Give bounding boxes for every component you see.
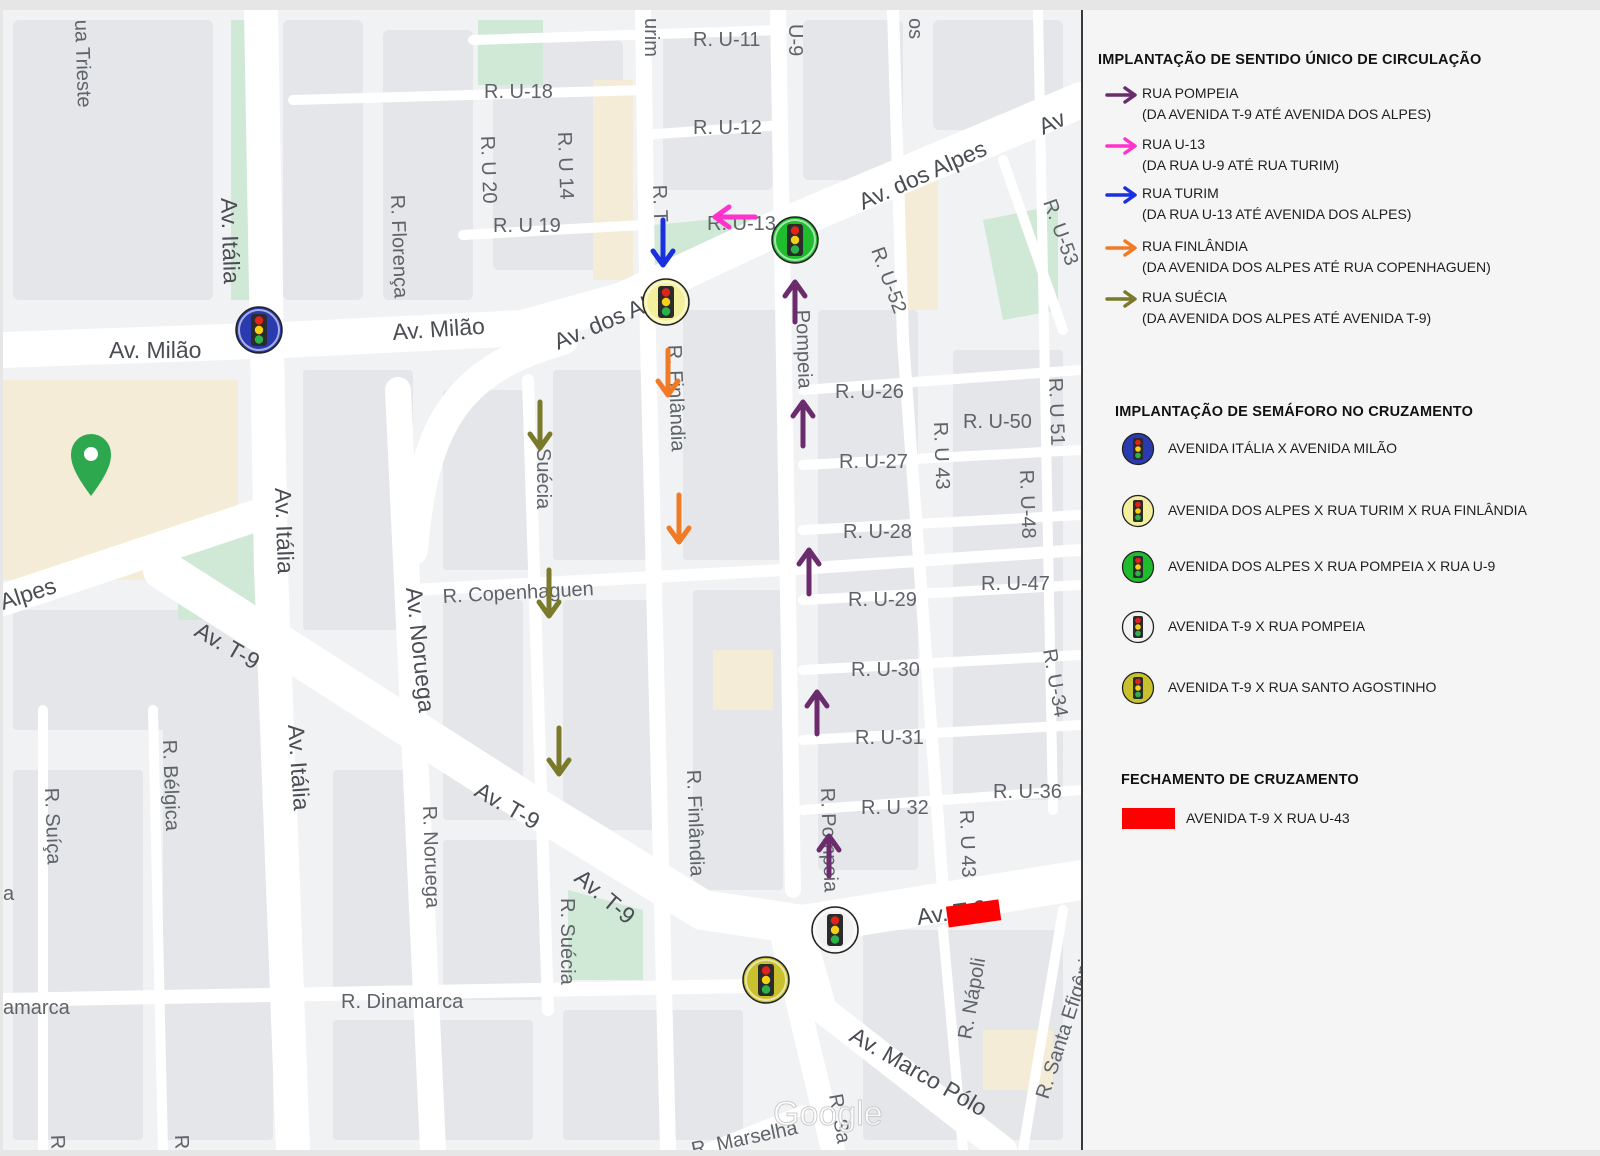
label-street: R. Finlândia [682, 769, 708, 877]
legend-closure-title: FECHAMENTO DE CRUZAMENTO [1121, 772, 1359, 788]
label-street: R. Florença [386, 194, 412, 299]
label-street: R. U-27 [839, 451, 908, 473]
label-street: R. U 19 [493, 215, 561, 237]
label-street: R. Suécia [556, 898, 578, 986]
label-street: R. U 43 [929, 421, 953, 490]
label-street: R. U-18 [484, 81, 553, 103]
label-street: R. U 43 [955, 809, 979, 878]
legend-signal-alpes-pompeia: AVENIDA DOS ALPES X RUA POMPEIA X RUA U-… [1168, 558, 1496, 574]
label-street: R. U-26 [835, 381, 904, 403]
signal-italia-milao-icon[interactable] [235, 306, 283, 354]
legend-oneway-title: IMPLANTAÇÃO DE SENTIDO ÚNICO DE CIRCULAÇ… [1098, 52, 1482, 68]
legend-oneway-turim: RUA TURIM (DA RUA U-13 ATÉ AVENIDA DOS AL… [1142, 185, 1412, 222]
label-av-italia: Av. Itália [270, 487, 299, 574]
label-av-milao: Av. Milão [109, 337, 201, 363]
label-street: R [170, 1134, 192, 1149]
label-street: R. U-47 [981, 573, 1050, 595]
screenshot-frame: Av. Itália Av. Itália Av. Itália Av. Mil… [0, 0, 1600, 1156]
label-street: R. U-48 [1015, 469, 1039, 539]
map-canvas[interactable]: Av. Itália Av. Itália Av. Itália Av. Mil… [3, 10, 1081, 1150]
label-street: R. U-28 [843, 521, 912, 543]
label-street: R. U-36 [993, 781, 1062, 803]
legend-panel: IMPLANTAÇÃO DE SENTIDO ÚNICO DE CIRCULAÇ… [1083, 10, 1600, 1150]
legend-closure-label: AVENIDA T-9 X RUA U-43 [1186, 810, 1350, 826]
legend-oneway-u13: RUA U-13 (DA RUA U-9 ATÉ RUA TURIM) [1142, 136, 1340, 173]
signal-t9-pompeia-icon [1121, 610, 1155, 644]
label-street: R. U-50 [963, 411, 1032, 433]
label-street: R. U-30 [851, 659, 920, 681]
label-street: R. U-11 [693, 29, 760, 51]
legend-oneway-pompeia: RUA POMPEIA (DA AVENIDA T-9 ATÉ AVENIDA D… [1142, 85, 1432, 122]
label-street: R. U-29 [848, 589, 917, 611]
signal-alpes-pompeia-icon[interactable] [771, 216, 819, 264]
label-street: R. U 32 [861, 797, 929, 819]
label-street: amarca [3, 997, 71, 1019]
google-watermark: Google [773, 1095, 883, 1133]
label-street: R. Bélgica [158, 739, 183, 832]
label-street: R. Noruega [418, 805, 444, 909]
legend-signals-title: IMPLANTAÇÃO DE SEMÁFORO NO CRUZAMENTO [1115, 404, 1474, 420]
signal-alpes-turim-icon [1121, 494, 1155, 528]
signal-alpes-pompeia-icon [1121, 550, 1155, 584]
label-street: R. U-31 [855, 727, 924, 749]
suecia-arrow-icon [1105, 290, 1137, 308]
label-street: ua Trieste [70, 19, 95, 108]
signal-t9-pompeia-icon[interactable] [811, 906, 859, 954]
legend-signal-t9-pompeia: AVENIDA T-9 X RUA POMPEIA [1168, 618, 1366, 634]
u13-arrow-icon [1105, 137, 1137, 155]
signal-alpes-turim-icon[interactable] [642, 278, 690, 326]
map-panel[interactable]: Av. Itália Av. Itália Av. Itália Av. Mil… [3, 10, 1083, 1150]
signal-italia-milao-icon [1121, 432, 1155, 466]
label-street: R. Suíça [40, 787, 65, 865]
legend-oneway-finlandia: RUA FINLÂNDIA (DA AVENIDA DOS ALPES ATÉ R… [1142, 238, 1491, 275]
pompeia-arrow-icon [1105, 86, 1137, 104]
closure-swatch-icon [1122, 808, 1175, 829]
label-street: R. U-12 [693, 117, 762, 139]
label-street: R. Dinamarca [341, 991, 464, 1013]
label-street: os [904, 18, 926, 39]
label-av-italia: Av. Itália [216, 197, 245, 284]
label-street: R. U 14 [553, 131, 577, 200]
legend-signal-t9-agostinho: AVENIDA T-9 X RUA SANTO AGOSTINHO [1168, 679, 1437, 695]
label-street: U-9 [784, 24, 806, 56]
label-street: R. T [648, 184, 671, 222]
label-street: urim [640, 18, 662, 57]
legend-signal-alpes-turim: AVENIDA DOS ALPES X RUA TURIM X RUA FINL… [1168, 502, 1527, 518]
turim-arrow-icon [1105, 186, 1137, 204]
label-street: R. [46, 1134, 69, 1150]
label-street: R. U 51 [1044, 377, 1068, 446]
legend-oneway-suecia: RUA SUÉCIA (DA AVENIDA DOS ALPES ATÉ AVEN… [1142, 289, 1432, 326]
label-street: a [3, 883, 15, 905]
label-street: R. U 20 [476, 135, 500, 204]
label-street: Suécia [532, 448, 554, 510]
signal-t9-agostinho-icon[interactable] [742, 956, 790, 1004]
signal-t9-agostinho-icon [1121, 671, 1155, 705]
finlandia-arrow-icon [1105, 239, 1137, 257]
legend-signal-italia-milao: AVENIDA ITÁLIA X AVENIDA MILÃO [1168, 440, 1398, 456]
